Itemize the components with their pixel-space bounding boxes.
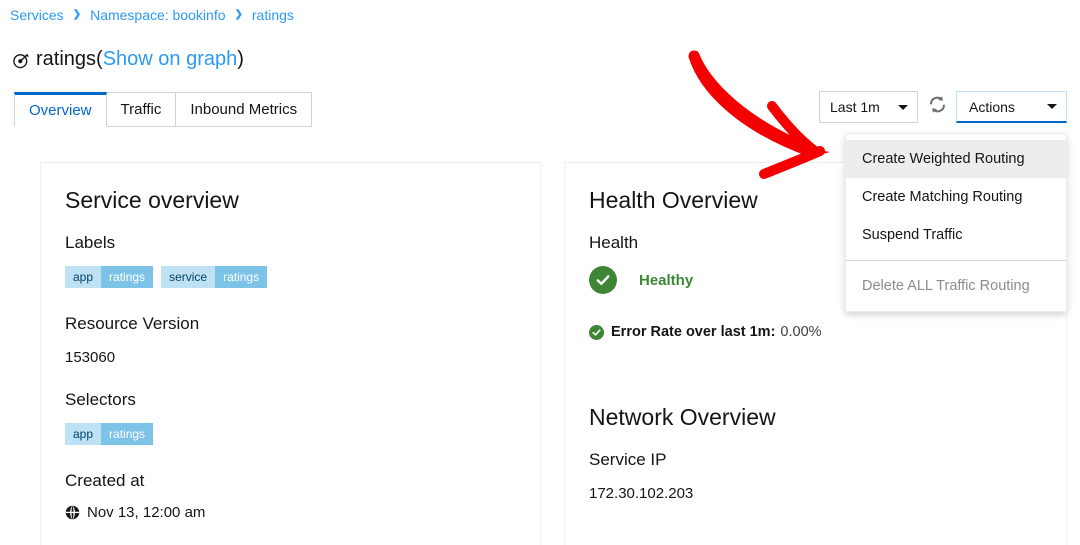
tab-bar: Overview Traffic Inbound Metrics <box>14 92 313 127</box>
selector-badge-key: app <box>65 423 102 445</box>
actions-dropdown-button[interactable]: Actions <box>956 91 1067 123</box>
health-status-text: Healthy <box>639 271 694 289</box>
error-rate-value: 0.00% <box>780 324 822 340</box>
page-root: Services ❯ Namespace: bookinfo ❯ ratings… <box>0 0 1080 545</box>
label-badge-value: ratings <box>101 266 154 288</box>
service-overview-card: Service overview Labels app ratings serv… <box>40 162 541 545</box>
tab-inbound-metrics-label: Inbound Metrics <box>190 101 298 118</box>
breadcrumb: Services ❯ Namespace: bookinfo ❯ ratings <box>10 6 294 24</box>
tab-overview-label: Overview <box>29 102 92 119</box>
menu-item-delete-all-traffic-routing: Delete ALL Traffic Routing <box>862 278 1030 294</box>
network-overview-title: Network Overview <box>589 404 776 430</box>
created-at-title: Created at <box>65 471 145 490</box>
refresh-button[interactable] <box>918 91 956 123</box>
menu-item-suspend-traffic[interactable]: Suspend Traffic <box>846 216 1066 254</box>
created-at-text: Nov 13, 12:00 am <box>87 504 206 521</box>
page-title-name: ratings <box>36 48 97 70</box>
paren-close: ) <box>237 48 244 70</box>
created-at-value-row: Nov 13, 12:00 am <box>65 504 516 521</box>
label-badge[interactable]: service ratings <box>161 266 268 288</box>
globe-icon <box>65 505 80 520</box>
service-node-icon <box>12 50 30 69</box>
tab-overview[interactable]: Overview <box>14 92 107 127</box>
resource-version-title: Resource Version <box>65 314 200 333</box>
actions-button-label: Actions <box>969 98 1015 115</box>
labels-title: Labels <box>65 233 116 252</box>
label-badge-key: service <box>161 266 216 288</box>
tab-traffic[interactable]: Traffic <box>105 92 177 127</box>
actions-dropdown-menu: Create Weighted Routing Create Matching … <box>845 133 1067 312</box>
labels-badge-list: app ratings service ratings <box>65 266 516 288</box>
error-rate-label: Error Rate over last 1m: <box>611 324 776 340</box>
label-badge[interactable]: app ratings <box>65 266 154 288</box>
breadcrumb-chevron-icon: ❯ <box>72 9 82 20</box>
paren-open: ( <box>96 48 103 70</box>
service-ip-value: 172.30.102.203 <box>589 485 694 502</box>
chevron-down-icon <box>898 104 908 110</box>
time-range-value: Last 1m <box>830 99 880 115</box>
breadcrumb-item-namespace[interactable]: Namespace: bookinfo <box>90 6 225 24</box>
menu-divider <box>846 260 1066 261</box>
selector-badge[interactable]: app ratings <box>65 423 154 445</box>
toolbar: Last 1m Actions <box>819 91 1067 123</box>
chevron-down-icon <box>1047 104 1057 109</box>
breadcrumb-chevron-icon: ❯ <box>234 9 243 20</box>
breadcrumb-item-services[interactable]: Services <box>10 6 64 24</box>
show-on-graph-link[interactable]: Show on graph <box>103 45 238 73</box>
menu-item-create-matching-routing[interactable]: Create Matching Routing <box>846 178 1066 216</box>
selector-badge-value: ratings <box>101 423 154 445</box>
check-circle-icon <box>589 324 604 340</box>
time-range-dropdown[interactable]: Last 1m <box>819 91 918 123</box>
breadcrumb-item-ratings[interactable]: ratings <box>252 6 294 24</box>
menu-item-create-weighted-routing[interactable]: Create Weighted Routing <box>846 140 1066 178</box>
tab-traffic-label: Traffic <box>120 101 162 118</box>
label-badge-key: app <box>65 266 102 288</box>
label-badge-value: ratings <box>215 266 268 288</box>
check-circle-icon <box>589 266 617 294</box>
tab-inbound-metrics[interactable]: Inbound Metrics <box>175 92 313 127</box>
refresh-icon <box>928 95 947 119</box>
error-rate-row: Error Rate over last 1m: 0.00% <box>589 324 1042 340</box>
resource-version-value: 153060 <box>65 349 116 366</box>
service-ip-title: Service IP <box>589 450 667 469</box>
page-title: ratings ( Show on graph ) <box>12 45 244 73</box>
service-overview-title: Service overview <box>65 187 239 213</box>
selectors-title: Selectors <box>65 390 136 409</box>
selectors-badge-list: app ratings <box>65 423 516 445</box>
